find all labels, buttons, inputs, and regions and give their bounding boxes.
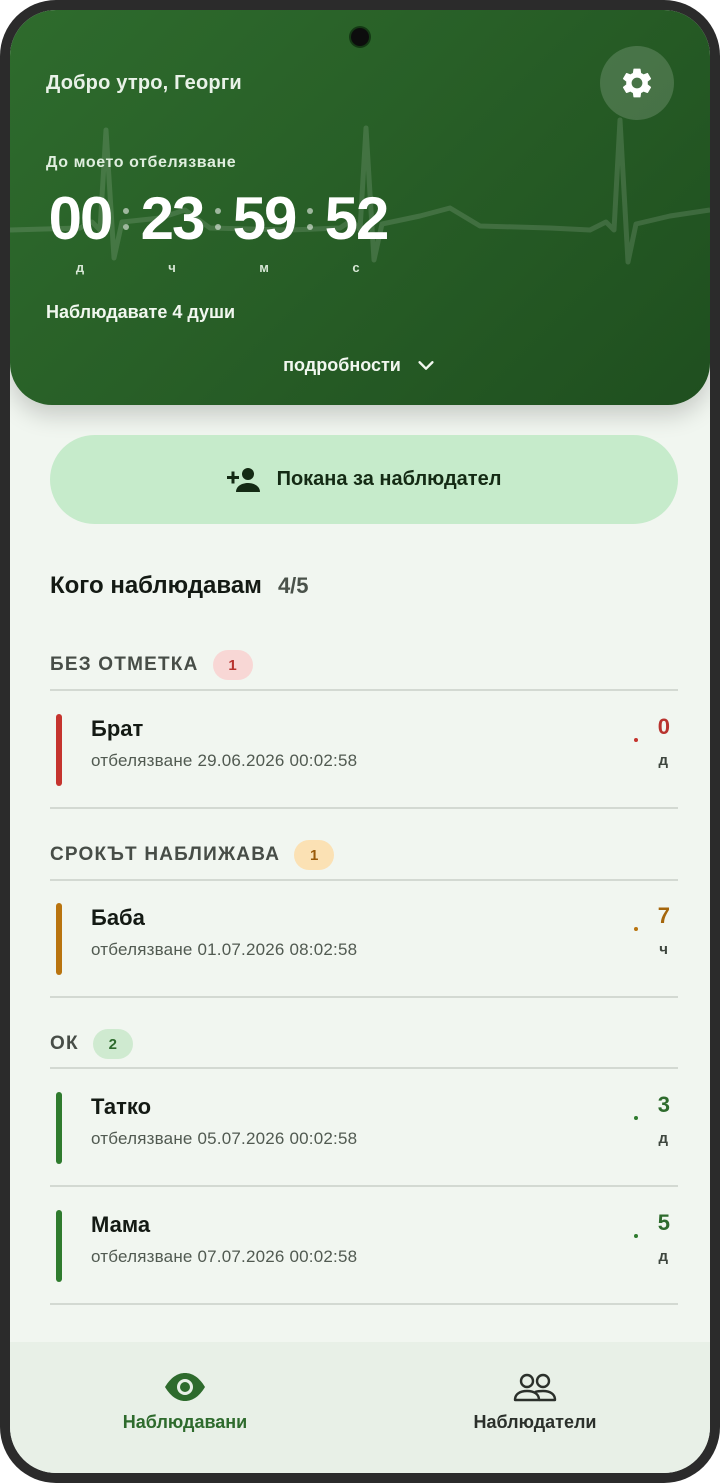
timer-days-unit: д [75, 260, 85, 275]
person-add-icon [226, 467, 260, 492]
details-toggle[interactable]: подробности [10, 354, 710, 376]
section-count: 4/5 [277, 573, 309, 598]
details-label: подробности [283, 354, 401, 375]
time-left-unit: д [658, 1248, 668, 1265]
time-left-unit: ч [659, 941, 668, 958]
time-left-value: 5 [657, 1210, 670, 1235]
timer-label: До моето отбелязване [46, 154, 237, 171]
status-bar [56, 1092, 62, 1164]
group-count-badge: 1 [212, 650, 253, 680]
divider [50, 1185, 678, 1187]
group-header-no-checkin: БЕЗ ОТМЕТКА 1 [50, 641, 678, 689]
timer-seconds: 52 с [322, 185, 390, 276]
front-camera [351, 28, 369, 46]
timer-hours-value: 23 [140, 185, 206, 252]
eye-icon [165, 1373, 205, 1401]
status-dot [634, 738, 638, 742]
status-bar [56, 903, 62, 975]
group-count-badge: 1 [294, 840, 335, 870]
invite-watcher-button[interactable]: Покана за наблюдател [50, 435, 678, 524]
nav-item-watched[interactable]: Наблюдавани [10, 1342, 360, 1473]
section-title: Кого наблюдавам [50, 572, 262, 599]
time-left-unit: д [658, 752, 668, 769]
divider [50, 689, 678, 691]
person-name: Баба [91, 905, 145, 930]
invite-watcher-label: Покана за наблюдател [276, 468, 502, 490]
list-item[interactable]: Баба отбелязване 01.07.2026 08:02:58 7 ч [50, 885, 678, 999]
timer-hours-unit: ч [168, 260, 176, 275]
checkin-date: отбелязване 29.06.2026 00:02:58 [91, 751, 358, 770]
bottom-navigation: Наблюдавани Наблюдатели [10, 1342, 710, 1473]
timer-seconds-value: 52 [324, 185, 390, 252]
group-name: ОК [50, 1033, 79, 1054]
watching-count-text: Наблюдавате 4 души [46, 302, 236, 322]
timer-minutes-unit: м [259, 260, 269, 275]
header-card: Добро утро, Георги До моето отбелязване … [10, 10, 710, 405]
list-item[interactable]: Брат отбелязване 29.06.2026 00:02:58 0 д [50, 696, 678, 810]
status-bar [56, 714, 62, 786]
time-left-value: 7 [657, 903, 670, 928]
divider [50, 1303, 678, 1305]
person-name: Татко [91, 1094, 152, 1119]
divider [50, 1067, 678, 1069]
settings-button[interactable] [600, 46, 674, 120]
status-dot [634, 927, 638, 931]
person-name: Мама [91, 1212, 151, 1237]
time-left-value: 0 [657, 714, 670, 739]
person-name: Брат [91, 716, 144, 741]
device-frame: Добро утро, Георги До моето отбелязване … [0, 0, 720, 1483]
timer-days: 00 д [46, 185, 114, 276]
group-header-ok: ОК 2 [50, 1020, 678, 1068]
gear-icon [622, 68, 652, 98]
time-left-value: 3 [657, 1092, 670, 1117]
list-item[interactable]: Татко отбелязване 05.07.2026 00:02:58 3 … [50, 1074, 678, 1188]
status-bar [56, 1210, 62, 1282]
list-item[interactable]: Мама отбелязване 07.07.2026 00:02:58 5 д [50, 1192, 678, 1306]
checkin-date: отбелязване 05.07.2026 00:02:58 [91, 1129, 358, 1148]
group-name: СРОКЪТ НАБЛИЖАВА [50, 844, 281, 865]
divider [50, 879, 678, 881]
nav-label-watched: Наблюдавани [122, 1412, 248, 1432]
people-icon [513, 1373, 557, 1402]
checkin-date: отбелязване 07.07.2026 00:02:58 [91, 1247, 358, 1266]
group-header-due-soon: СРОКЪТ НАБЛИЖАВА 1 [50, 831, 678, 879]
divider [50, 996, 678, 998]
timer-separator [298, 188, 322, 250]
app-screen: Добро утро, Георги До моето отбелязване … [10, 10, 710, 1473]
timer-days-value: 00 [48, 185, 114, 252]
divider [50, 807, 678, 809]
group-name: БЕЗ ОТМЕТКА [50, 654, 199, 675]
nav-label-watchers: Наблюдатели [473, 1412, 597, 1432]
countdown-timer: 00 д 23 ч 59 м 52 с [46, 188, 390, 288]
group-count-badge: 2 [92, 1029, 133, 1059]
timer-minutes: 59 м [230, 185, 298, 276]
nav-item-watchers[interactable]: Наблюдатели [360, 1342, 710, 1473]
status-dot [634, 1116, 638, 1120]
checkin-date: отбелязване 01.07.2026 08:02:58 [91, 940, 358, 959]
greeting-text: Добро утро, Георги [46, 72, 242, 94]
timer-separator [114, 188, 138, 250]
timer-minutes-value: 59 [232, 185, 298, 252]
timer-separator [206, 188, 230, 250]
time-left-unit: д [658, 1130, 668, 1147]
status-dot [634, 1234, 638, 1238]
timer-seconds-unit: с [352, 260, 360, 275]
watched-section-header: Кого наблюдавам 4/5 [50, 572, 309, 600]
chevron-down-icon [418, 361, 434, 370]
timer-hours: 23 ч [138, 185, 206, 276]
